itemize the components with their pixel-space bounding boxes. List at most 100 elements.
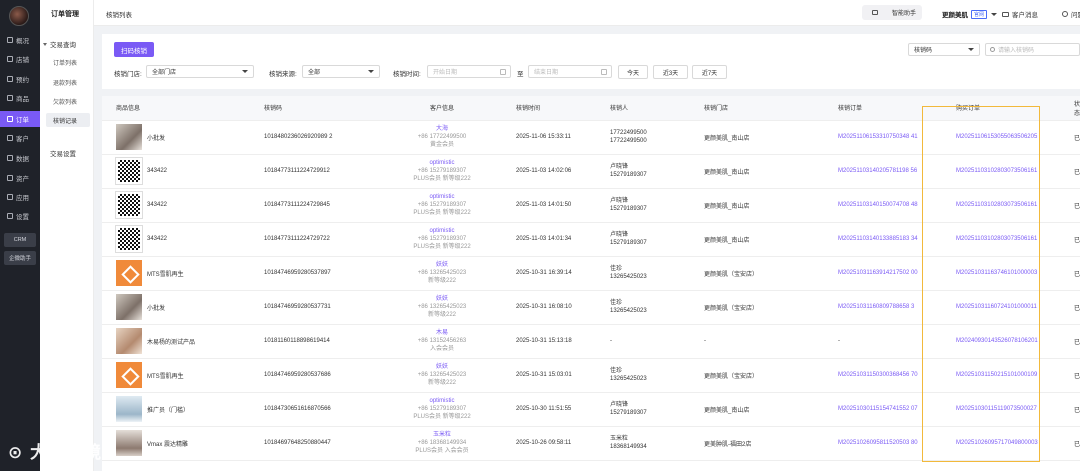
table-row: 343422 10184773111224729845 optimistic +86 …	[102, 188, 1080, 223]
customer-name-link[interactable]: optimistic	[382, 397, 502, 405]
operator-name: 卢晓锋	[610, 164, 629, 170]
status-badge: 已核销	[1060, 290, 1080, 325]
nav-order[interactable]: 订单	[0, 111, 40, 127]
nav-settings[interactable]: 设置	[0, 208, 40, 224]
nav-product[interactable]: 商品	[0, 90, 40, 106]
last-3-days-button[interactable]: 近3天	[653, 65, 688, 79]
customer-name-link[interactable]: 玉米粒	[382, 431, 502, 439]
customer-name-link[interactable]: 妖妖	[382, 363, 502, 371]
date-range-separator: 至	[517, 71, 524, 78]
verify-order-link[interactable]: M20251031163914217502 00	[824, 256, 942, 291]
verify-order-link[interactable]: M20251030115154741552 07	[824, 392, 942, 427]
verify-time: 2025-11-03 14:01:50	[502, 188, 596, 223]
calendar-icon	[7, 76, 13, 82]
buy-order-link[interactable]: M20251031160724101000011	[942, 290, 1060, 325]
table-row: 小批发 10184746959280537731 妖妖 +86 13265425023…	[102, 290, 1080, 325]
end-date-input[interactable]: 结束日期	[528, 65, 612, 78]
nav-asset[interactable]: 资产	[0, 170, 40, 186]
subnav-item-order-list[interactable]: 订单列表	[46, 55, 90, 69]
scan-verify-button[interactable]: 扫码核销	[114, 42, 154, 57]
customer-phone: +86 15279189307	[417, 406, 467, 412]
customer-name-link[interactable]: 木易	[382, 329, 502, 337]
user-menu[interactable]: 更颜美肌 官网	[942, 9, 998, 19]
smart-assistant-button[interactable]: 智能助手	[862, 5, 922, 20]
verify-time: 2025-11-06 15:33:11	[502, 120, 596, 155]
nav-data[interactable]: 数据	[0, 150, 40, 166]
verify-order-link[interactable]: M20251103140133885183 34	[824, 222, 942, 257]
subnav-group-trade-settings[interactable]: 交易设置	[50, 148, 76, 158]
store-filter-select[interactable]: 全部门店	[146, 65, 254, 78]
customer-messages-button[interactable]: 客户消息	[1002, 9, 1038, 19]
help-search-button[interactable]: 问题搜	[1062, 9, 1080, 19]
buy-order-link[interactable]: M20251026095717049800003	[942, 426, 1060, 461]
customer-phone: +86 15279189307	[417, 236, 467, 242]
verify-order-link[interactable]: M20251103140205781198 56	[824, 154, 942, 189]
nav-overview[interactable]: 概况	[0, 32, 40, 48]
product-cell: 343422	[102, 188, 250, 223]
product-cell: 木易杨的测试产品	[102, 324, 250, 359]
last-7-days-button[interactable]: 近7天	[692, 65, 727, 79]
verify-time: 2025-10-31 15:13:18	[502, 324, 596, 359]
customer-name-link[interactable]: optimistic	[382, 193, 502, 201]
buy-order-link[interactable]: M20251103102803073506161	[942, 188, 1060, 223]
header-customer: 客户信息	[382, 96, 502, 121]
source-filter-select[interactable]: 全部	[302, 65, 380, 78]
customer-phone: +86 18368149934	[417, 440, 467, 446]
verify-order-link[interactable]: M20251031150300368456 70	[824, 358, 942, 393]
buy-order-link[interactable]: M20251031150215101000109	[942, 358, 1060, 393]
customer-cell: optimistic +86 15279189307 PLUS会员 新等级222	[382, 154, 502, 189]
nav-shop[interactable]: 店铺	[0, 51, 40, 67]
buy-order-link[interactable]: M20251031163746101000003	[942, 256, 1060, 291]
operator-phone: 18368149934	[610, 444, 647, 450]
buy-order-link[interactable]: M20251103102803073506161	[942, 222, 1060, 257]
subnav-item-refund-list[interactable]: 退款列表	[46, 75, 90, 89]
customer-cell: optimistic +86 15279189307 PLUS会员 新等级222	[382, 392, 502, 427]
product-cell: Vmax 震达精雕	[102, 426, 250, 461]
buy-order-link[interactable]: M20251030115119073500027	[942, 392, 1060, 427]
verify-order-link[interactable]: M20251106153310750348 41	[824, 120, 942, 155]
subnav-item-verify-record[interactable]: 核销记录	[46, 113, 90, 127]
operator-name: 卢晓锋	[610, 402, 629, 408]
today-button[interactable]: 今天	[618, 65, 648, 79]
nav-app[interactable]: 应用	[0, 189, 40, 205]
product-icon	[7, 95, 13, 101]
customer-name-link[interactable]: optimistic	[382, 227, 502, 235]
asset-icon	[7, 175, 13, 181]
verify-order-link[interactable]: M20251103140150074708 48	[824, 188, 942, 223]
product-name: MTS雪肌再生	[147, 271, 184, 278]
enterprise-assistant-button[interactable]: 企微助手	[4, 251, 36, 265]
search-type-select[interactable]: 核销码	[908, 43, 980, 56]
operator-cell: 卢晓锋 15279189307	[596, 392, 690, 427]
customer-name-link[interactable]: 大海	[382, 125, 502, 133]
verify-order-link[interactable]: M20251031160809788658 3	[824, 290, 942, 325]
search-icon	[990, 47, 995, 52]
customer-name-link[interactable]: optimistic	[382, 159, 502, 167]
status-badge: 已核销	[1060, 256, 1080, 291]
brand-logo[interactable]	[9, 6, 29, 26]
subnav-group-trade-query[interactable]: 交易查询	[43, 39, 76, 49]
operator-phone: 17722499500	[610, 138, 647, 144]
operator-cell: 佳珍 13265425023	[596, 358, 690, 393]
start-date-input[interactable]: 开始日期	[427, 65, 511, 78]
customer-name-link[interactable]: 妖妖	[382, 261, 502, 269]
product-thumbnail	[115, 191, 143, 219]
secondary-navigation: 订单管理 交易查询 订单列表 退款列表 欠款列表 核销记录 交易设置	[40, 0, 94, 471]
nav-booking[interactable]: 预约	[0, 71, 40, 87]
chevron-down-icon	[43, 42, 47, 46]
buy-order-link[interactable]: M20251106153055063506205	[942, 120, 1060, 155]
search-input[interactable]: 请输入核销码	[985, 43, 1080, 56]
crm-button[interactable]: CRM	[4, 233, 36, 247]
shop-icon	[7, 56, 13, 62]
product-name: 小批发	[147, 305, 166, 312]
subnav-item-debt-list[interactable]: 欠款列表	[46, 94, 90, 108]
verify-order-link[interactable]: -	[824, 324, 942, 359]
customer-name-link[interactable]: 妖妖	[382, 295, 502, 303]
customer-phone: +86 17722499500	[417, 134, 467, 140]
buy-order-link[interactable]: M20251103102803073506161	[942, 154, 1060, 189]
chevron-down-icon	[368, 70, 374, 73]
status-badge: 已核销	[1060, 222, 1080, 257]
app-icon	[7, 194, 13, 200]
nav-customer[interactable]: 客户	[0, 130, 40, 146]
verify-order-link[interactable]: M20251026095811520503 80	[824, 426, 942, 461]
buy-order-link[interactable]: M20240930143526078106201	[942, 324, 1060, 359]
